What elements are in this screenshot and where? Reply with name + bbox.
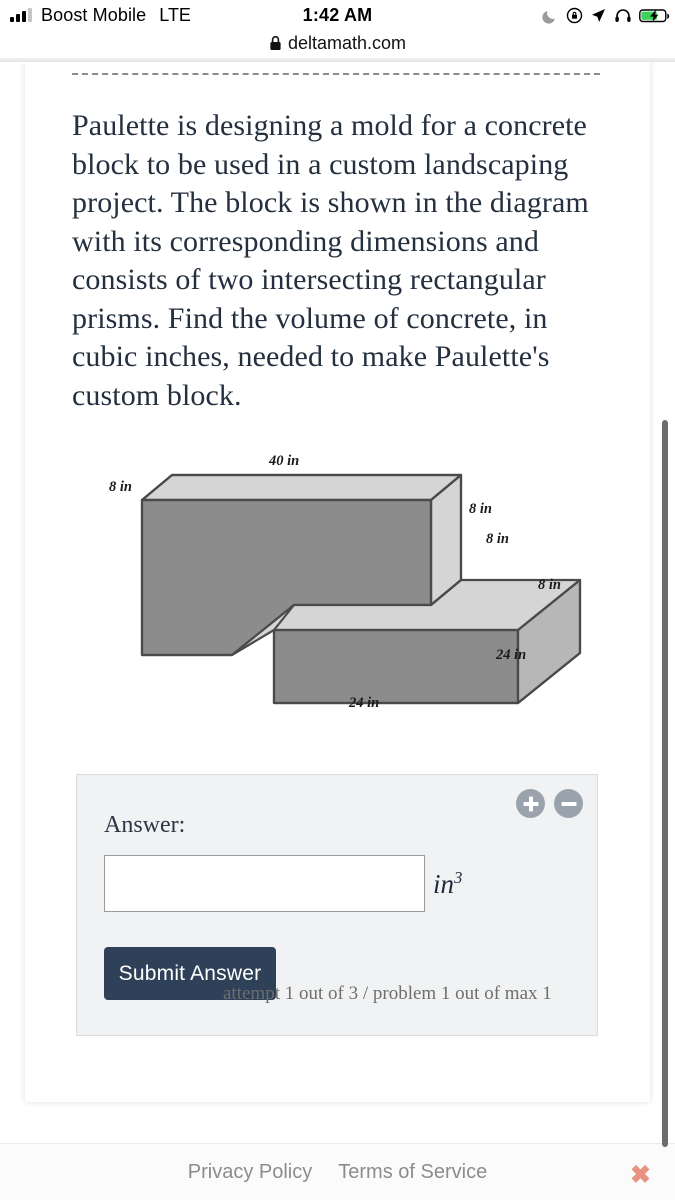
answer-input[interactable] bbox=[104, 855, 425, 912]
lock-icon bbox=[269, 35, 282, 51]
answer-label: Answer: bbox=[104, 812, 186, 838]
privacy-policy-link[interactable]: Privacy Policy bbox=[188, 1161, 312, 1184]
unit-exponent: 3 bbox=[454, 867, 463, 887]
answer-panel: Answer: in3 Submit Answer attempt 1 out … bbox=[76, 774, 598, 1036]
dim-label-front-right-height: 8 in bbox=[538, 577, 561, 593]
browser-chrome-edge bbox=[0, 58, 675, 62]
dim-label-top-back-length: 40 in bbox=[269, 453, 300, 469]
block-diagram-svg bbox=[140, 473, 582, 705]
page-footer: Privacy Policy Terms of Service bbox=[0, 1144, 675, 1200]
headphones-icon bbox=[614, 7, 632, 24]
section-divider bbox=[72, 73, 600, 75]
rotation-lock-icon bbox=[566, 7, 583, 24]
moon-icon bbox=[542, 7, 559, 24]
dim-label-front-right-depth: 24 in bbox=[496, 647, 527, 663]
zoom-controls bbox=[516, 789, 583, 818]
close-icon[interactable]: ✖ bbox=[630, 1163, 651, 1188]
location-arrow-icon bbox=[590, 7, 607, 24]
dim-label-left-depth: 8 in bbox=[109, 479, 132, 495]
dim-label-step-depth: 8 in bbox=[486, 531, 509, 547]
page-content-card: Paulette is designing a mold for a concr… bbox=[25, 62, 650, 1102]
dim-label-back-right-height: 8 in bbox=[469, 501, 492, 517]
block-diagram: 40 in 8 in 8 in 8 in 8 in 24 in 24 in bbox=[109, 453, 584, 720]
terms-of-service-link[interactable]: Terms of Service bbox=[338, 1161, 487, 1184]
browser-url-bar[interactable]: deltamath.com bbox=[0, 28, 675, 58]
status-bar-right bbox=[542, 7, 671, 24]
unit-base: in bbox=[433, 868, 455, 899]
answer-input-row: in3 bbox=[104, 855, 462, 912]
battery-charging-icon bbox=[639, 7, 671, 24]
page-inner-column: Paulette is designing a mold for a concr… bbox=[72, 62, 603, 1036]
unit-label: in3 bbox=[433, 868, 462, 900]
url-text: deltamath.com bbox=[287, 32, 407, 53]
ios-status-bar: Boost Mobile LTE 1:42 AM bbox=[0, 0, 675, 30]
zoom-in-button[interactable] bbox=[516, 789, 545, 818]
page-scrollbar[interactable] bbox=[662, 420, 668, 1147]
attempt-status-text: attempt 1 out of 3 / problem 1 out of ma… bbox=[223, 983, 552, 1004]
question-text: Paulette is designing a mold for a concr… bbox=[72, 109, 589, 412]
zoom-out-button[interactable] bbox=[554, 789, 583, 818]
dim-label-front-bottom-width: 24 in bbox=[349, 695, 380, 711]
